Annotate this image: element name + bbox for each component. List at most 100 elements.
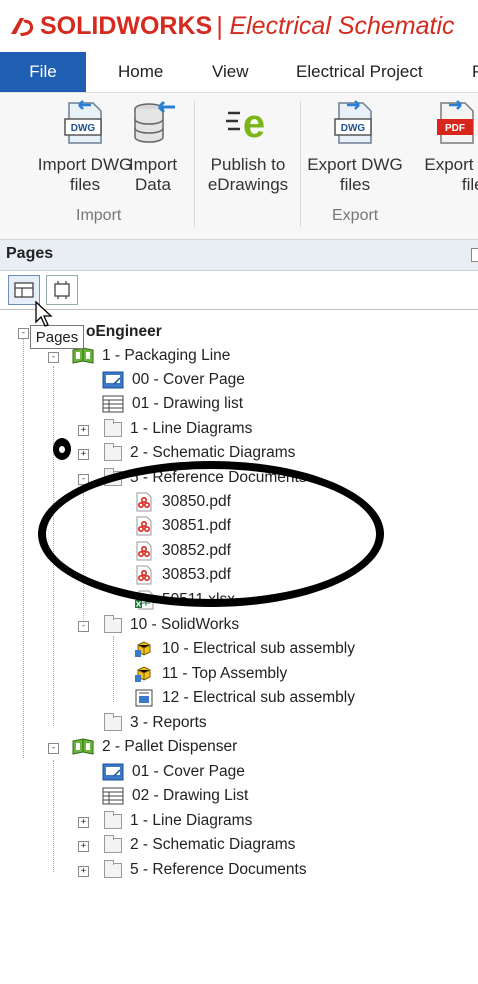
folder-icon (104, 834, 122, 853)
export-group-label: Export (332, 207, 379, 224)
dwg-badge-text: DWG (341, 123, 366, 134)
export-pdf-icon: PDF (437, 100, 474, 144)
folder-expander[interactable]: - (78, 621, 89, 632)
ribbon-separator (194, 101, 195, 227)
assembly-icon (135, 641, 151, 657)
book-expander[interactable]: - (48, 352, 59, 363)
tree-item-line-diagrams[interactable]: 1 - Line Diagrams (104, 417, 252, 441)
tree-item-label: 00 - Cover Page (132, 371, 245, 388)
tree-item-solidworks[interactable]: 10 - SolidWorks (104, 613, 239, 637)
folder-expander[interactable]: + (78, 817, 89, 828)
folder-expander[interactable]: + (78, 449, 89, 460)
mouse-cursor-icon (35, 300, 53, 327)
folder-icon (104, 418, 122, 437)
tree-item-label: 2 - Schematic Diagrams (130, 444, 296, 461)
tree-connector (23, 334, 24, 758)
product-title: | Electrical Schematic (216, 12, 455, 40)
ribbon-separator (300, 101, 301, 227)
menu-file[interactable]: File (0, 52, 86, 92)
tree-connector (53, 760, 54, 872)
pdf-badge-text: PDF (445, 123, 465, 134)
tree-item-label: 11 - Top Assembly (162, 665, 288, 682)
tree-item-label: 01 - Cover Page (132, 763, 245, 780)
book-icon (72, 738, 94, 755)
tree-item-label: 5 - Reference Documents (130, 861, 307, 878)
import-data-icon (134, 100, 175, 143)
panel-pin-icon[interactable] (471, 248, 478, 262)
export-pdf-button[interactable]: PDF Export P files (412, 93, 478, 203)
export-dwg-button[interactable]: DWG Export DWG files (304, 93, 406, 203)
edrawings-icon: e (226, 102, 265, 146)
sub-assembly-icon (135, 689, 153, 707)
book-label: 1 - Packaging Line (102, 347, 231, 364)
tree-item-assembly[interactable]: 10 - Electrical sub assembly (134, 637, 355, 661)
export-dwg-label-2: files (339, 175, 371, 194)
folder-expander[interactable]: + (78, 866, 89, 877)
publish-label-1: Publish to (210, 155, 286, 174)
menu-home[interactable]: Home (118, 52, 163, 92)
import-dwg-icon: DWG (64, 100, 102, 144)
tree-item-cover-page[interactable]: 01 - Cover Page (102, 760, 245, 784)
highlight-ellipse (38, 461, 384, 607)
folder-icon (104, 442, 122, 461)
folder-expander[interactable]: + (78, 425, 89, 436)
tree-item-label: 02 - Drawing List (132, 787, 249, 804)
export-pdf-label-2: files (461, 175, 478, 194)
tree-item-label: 1 - Line Diagrams (130, 812, 253, 829)
tree-item-label: 10 - Electrical sub assembly (162, 640, 355, 657)
pages-panel-header: Pages (0, 240, 478, 271)
tree-item-top-assembly[interactable]: 11 - Top Assembly (134, 662, 287, 686)
root-expander[interactable]: - (18, 328, 29, 339)
book-label: 2 - Pallet Dispenser (102, 738, 238, 755)
export-dwg-icon: DWG (334, 100, 372, 144)
tree-item-line-diagrams[interactable]: 1 - Line Diagrams (104, 809, 252, 833)
ribbon: DWG Import DWG files Import Data Import … (0, 92, 478, 240)
tree-item-reports[interactable]: 3 - Reports (104, 711, 207, 735)
folder-expander[interactable]: + (78, 841, 89, 852)
tree-item-schematic-diagrams[interactable]: 2 - Schematic Diagrams (104, 833, 295, 857)
tree-item-label: 1 - Line Diagrams (130, 420, 253, 437)
ds-logo-icon (11, 18, 34, 36)
dwg-badge-text: DWG (71, 123, 96, 134)
import-data-button[interactable]: Import Data (120, 93, 186, 203)
menu-electrical-project[interactable]: Electrical Project (296, 52, 423, 92)
tree-item-label: 10 - SolidWorks (130, 616, 240, 633)
annotation-marker (53, 438, 71, 460)
tree-root[interactable]: oEngineer (86, 320, 162, 344)
tree-item-label: 12 - Electrical sub assembly (162, 689, 355, 706)
menu-view[interactable]: View (212, 52, 249, 92)
publish-edrawings-button[interactable]: e Publish to eDrawings (200, 93, 296, 203)
book-icon (72, 347, 94, 364)
assembly-icon (135, 666, 151, 682)
tree-item-label: 2 - Schematic Diagrams (130, 836, 296, 853)
drawing-list-icon (102, 395, 124, 413)
import-data-label-2: Data (135, 175, 171, 194)
menu-bar: File Home View Electrical Project P (0, 52, 478, 92)
cover-page-icon (102, 371, 124, 389)
tree-item-cover-page[interactable]: 00 - Cover Page (102, 368, 245, 392)
import-group-label: Import (76, 207, 122, 224)
export-dwg-label-1: Export DWG (307, 155, 403, 174)
folder-icon (104, 614, 122, 633)
folder-icon (104, 712, 122, 731)
drawing-list-icon (102, 787, 124, 805)
book-packaging-line[interactable]: 1 - Packaging Line (72, 344, 230, 368)
tree-item-label: 3 - Reports (130, 714, 207, 731)
folder-icon (104, 859, 122, 878)
tree-item-label: 01 - Drawing list (132, 395, 244, 412)
book-expander[interactable]: - (48, 743, 59, 754)
tree-item-sub-assembly[interactable]: 12 - Electrical sub assembly (134, 686, 355, 710)
brand-name: SOLIDWORKS (40, 12, 213, 40)
publish-label-2: eDrawings (207, 175, 289, 194)
tree-item-reference-documents[interactable]: 5 - Reference Documents (104, 858, 307, 882)
tree-item-drawing-list[interactable]: 02 - Drawing List (102, 784, 248, 808)
pages-tree: - oEngineer - 1 - Packaging Line 00 - Co… (0, 310, 478, 984)
tree-item-drawing-list[interactable]: 01 - Drawing list (102, 392, 243, 416)
menu-p[interactable]: P (472, 52, 478, 92)
export-pdf-label-1: Export P (424, 155, 478, 174)
title-bar: SOLIDWORKS | Electrical Schematic (0, 0, 478, 52)
pages-tabs (0, 271, 478, 310)
pages-panel-title: Pages (6, 245, 54, 262)
folder-icon (104, 810, 122, 829)
book-pallet-dispenser[interactable]: 2 - Pallet Dispenser (72, 735, 237, 759)
